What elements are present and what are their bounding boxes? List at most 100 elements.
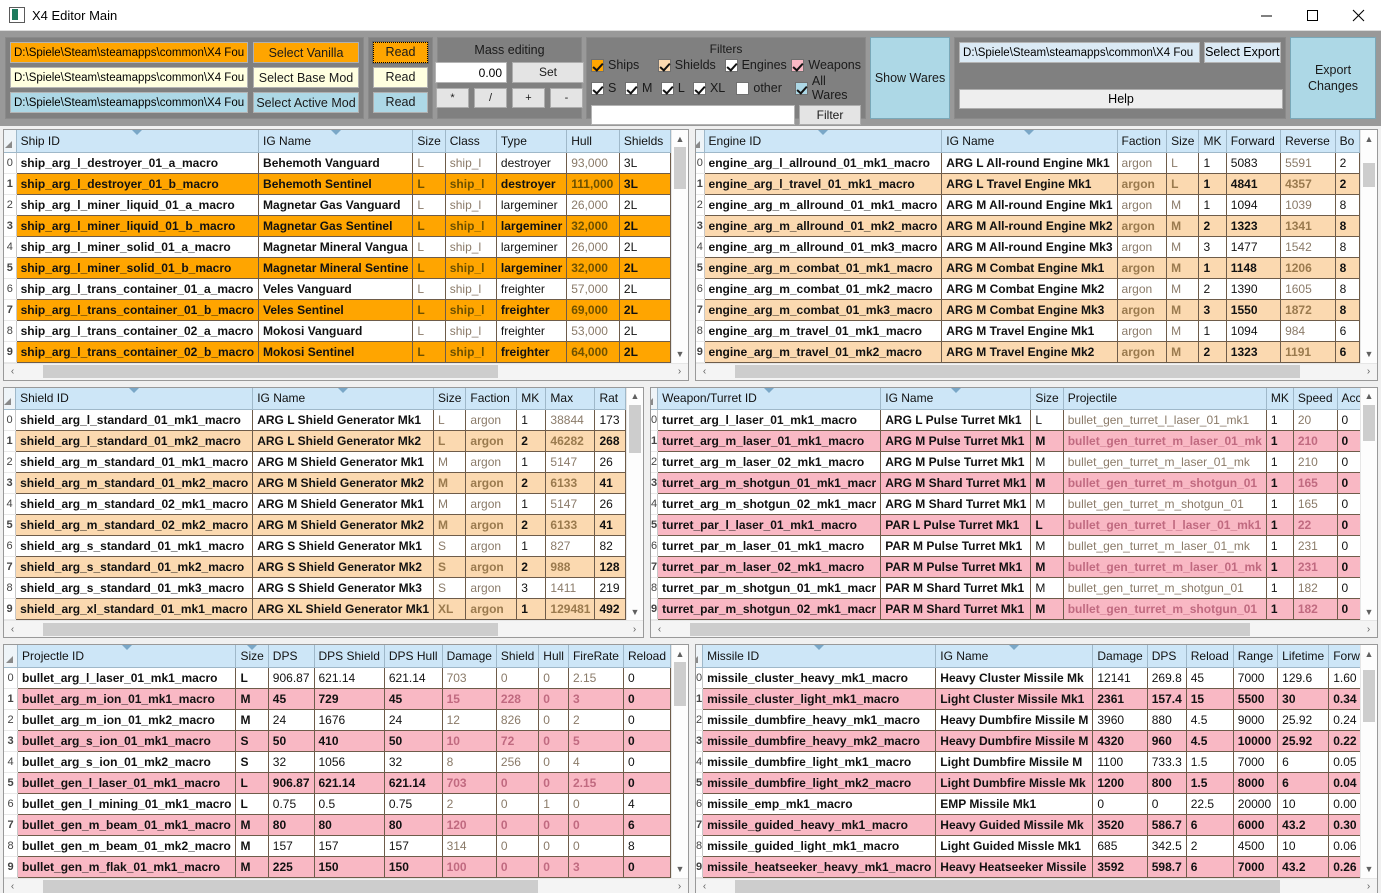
cell[interactable]: 82 <box>594 535 626 557</box>
ships-scroll-right-icon[interactable]: › <box>671 366 688 377</box>
cell[interactable]: M <box>433 514 467 536</box>
cell[interactable]: 960 <box>1147 730 1187 752</box>
filter-weapons-checkbox[interactable]: Weapons <box>791 58 861 72</box>
ships-vscrollbar[interactable]: ▲ ▼ <box>671 130 688 363</box>
missiles-header-3[interactable]: DPS <box>1147 645 1187 668</box>
cell[interactable]: 729 <box>314 688 385 710</box>
shields-header-5[interactable]: Max <box>545 387 596 410</box>
cell[interactable]: 8000 <box>1233 772 1279 794</box>
cell[interactable]: 4 <box>568 751 624 773</box>
select-vanilla-button[interactable]: Select Vanilla <box>253 42 359 63</box>
cell[interactable]: M <box>235 835 269 857</box>
engines-hthumb[interactable] <box>735 365 1300 378</box>
cell[interactable]: 0 <box>538 751 569 773</box>
table-row[interactable]: 6 ship_arg_l_trans_container_01_a_macro Ve… <box>4 278 671 300</box>
cell[interactable]: M <box>1166 194 1200 216</box>
cell[interactable]: 6 <box>1335 320 1360 342</box>
filter-search-input[interactable] <box>591 105 795 125</box>
cell[interactable]: Light Cluster Missile Mk1 <box>935 688 1094 710</box>
cell[interactable]: L <box>412 215 446 237</box>
cell[interactable]: 0.30 <box>1328 814 1360 836</box>
cell[interactable]: missile_cluster_heavy_mk1_macro <box>702 667 937 689</box>
cell[interactable]: freighter <box>496 320 568 342</box>
cell[interactable]: M <box>1030 598 1064 620</box>
cell[interactable]: bullet_gen_l_laser_01_mk1_macro <box>17 772 237 794</box>
cell[interactable]: turret_par_l_laser_01_mk1_macro <box>657 514 882 536</box>
cell[interactable]: argon <box>465 535 518 557</box>
projectiles-scroll-left-icon[interactable]: ‹ <box>4 881 21 892</box>
cell[interactable]: 5591 <box>1280 152 1336 174</box>
cell[interactable]: shield_arg_m_standard_02_mk2_macro <box>15 514 254 536</box>
cell[interactable]: 8 <box>1335 257 1360 279</box>
cell[interactable]: 906.87 <box>268 667 315 689</box>
cell[interactable]: 4 <box>623 793 671 815</box>
cell[interactable]: ship_l <box>445 320 497 342</box>
cell[interactable]: 50 <box>384 730 443 752</box>
table-row[interactable]: 9 bullet_gen_m_flak_01_mk1_macro M 225 150 15… <box>4 856 671 878</box>
cell[interactable]: M <box>1166 299 1200 321</box>
cell[interactable]: ship_arg_l_trans_container_02_a_macro <box>16 320 260 342</box>
engines-header-5[interactable]: Forward <box>1226 130 1282 153</box>
cell[interactable]: 2L <box>619 215 671 237</box>
cell[interactable]: 2 <box>1198 215 1227 237</box>
weapons-scroll-down-icon[interactable]: ▼ <box>1361 603 1377 620</box>
cell[interactable]: ARG M Shield Generator Mk1 <box>252 451 435 473</box>
cell[interactable]: 45 <box>1186 667 1234 689</box>
cell[interactable]: 3 <box>1198 299 1227 321</box>
cell[interactable]: 1.5 <box>1186 751 1234 773</box>
ships-header-3[interactable]: Class <box>445 130 497 153</box>
cell[interactable]: 1206 <box>1280 257 1336 279</box>
missiles-htrack[interactable] <box>713 880 1360 893</box>
cell[interactable]: bullet_arg_m_ion_01_mk1_macro <box>17 688 237 710</box>
cell[interactable]: 0.06 <box>1328 835 1360 857</box>
missiles-header-7[interactable]: Forw <box>1328 645 1360 668</box>
projectiles-vtrack[interactable] <box>672 662 688 861</box>
cell[interactable]: 2 <box>1335 152 1360 174</box>
cell[interactable]: L <box>433 430 467 452</box>
cell[interactable]: 1 <box>1266 577 1294 599</box>
cell[interactable]: 1 <box>516 598 547 620</box>
table-row[interactable]: 0 missile_cluster_heavy_mk1_macro Heavy Cl… <box>696 667 1360 689</box>
cell[interactable]: M <box>1166 257 1200 279</box>
cell[interactable]: 0 <box>496 793 540 815</box>
cell[interactable]: 1 <box>516 409 547 431</box>
table-row[interactable]: 2 bullet_arg_m_ion_01_mk2_macro M 24 1676 24 1… <box>4 709 671 731</box>
missiles-header-4[interactable]: Reload <box>1186 645 1234 668</box>
projectiles-header-0[interactable]: Projectle ID <box>17 645 237 668</box>
select-active-mod-button[interactable]: Select Active Mod <box>253 92 359 113</box>
cell[interactable]: 1 <box>1198 257 1227 279</box>
cell[interactable]: 231 <box>1293 535 1338 557</box>
cell[interactable]: L <box>235 772 269 794</box>
weapons-header-0[interactable]: Weapon/Turret ID <box>657 387 882 410</box>
cell[interactable]: L <box>235 793 269 815</box>
cell[interactable]: argon <box>1117 320 1168 342</box>
cell[interactable]: argon <box>465 577 518 599</box>
cell[interactable]: bullet_arg_m_ion_01_mk2_macro <box>17 709 237 731</box>
cell[interactable]: 2L <box>619 278 671 300</box>
cell[interactable]: 10000 <box>1233 730 1279 752</box>
cell[interactable]: M <box>1030 556 1064 578</box>
cell[interactable]: ARG M Travel Engine Mk2 <box>941 341 1118 363</box>
cell[interactable]: 826 <box>496 709 540 731</box>
cell[interactable]: Mokosi Sentinel <box>258 341 414 363</box>
table-row[interactable]: 9 missile_heatseeker_heavy_mk1_macro Heavy… <box>696 856 1360 878</box>
show-wares-button[interactable]: Show Wares <box>870 37 951 119</box>
projectiles-hscrollbar[interactable]: ‹ › <box>4 877 688 893</box>
table-row[interactable]: 7 engine_arg_m_combat_01_mk3_macro ARG M C… <box>696 299 1360 321</box>
shields-vthumb[interactable] <box>629 404 641 453</box>
cell[interactable]: 24 <box>268 709 315 731</box>
table-row[interactable]: 3 shield_arg_m_standard_01_mk2_macro ARG M… <box>4 472 626 494</box>
cell[interactable]: shield_arg_s_standard_01_mk3_macro <box>15 577 254 599</box>
cell[interactable]: 621.14 <box>314 667 385 689</box>
shields-select-all-corner[interactable] <box>4 387 17 410</box>
cell[interactable]: ship_l <box>445 194 497 216</box>
cell[interactable]: 2L <box>619 194 671 216</box>
cell[interactable]: 10 <box>1277 793 1330 815</box>
engines-hscrollbar[interactable]: ‹ › <box>696 362 1377 380</box>
cell[interactable]: 342.5 <box>1147 835 1187 857</box>
cell[interactable]: ARG M Travel Engine Mk1 <box>941 320 1118 342</box>
cell[interactable]: 8 <box>1335 215 1360 237</box>
cell[interactable]: M <box>235 856 269 878</box>
cell[interactable]: 182 <box>1293 598 1338 620</box>
weapons-header-4[interactable]: MK <box>1266 387 1294 410</box>
